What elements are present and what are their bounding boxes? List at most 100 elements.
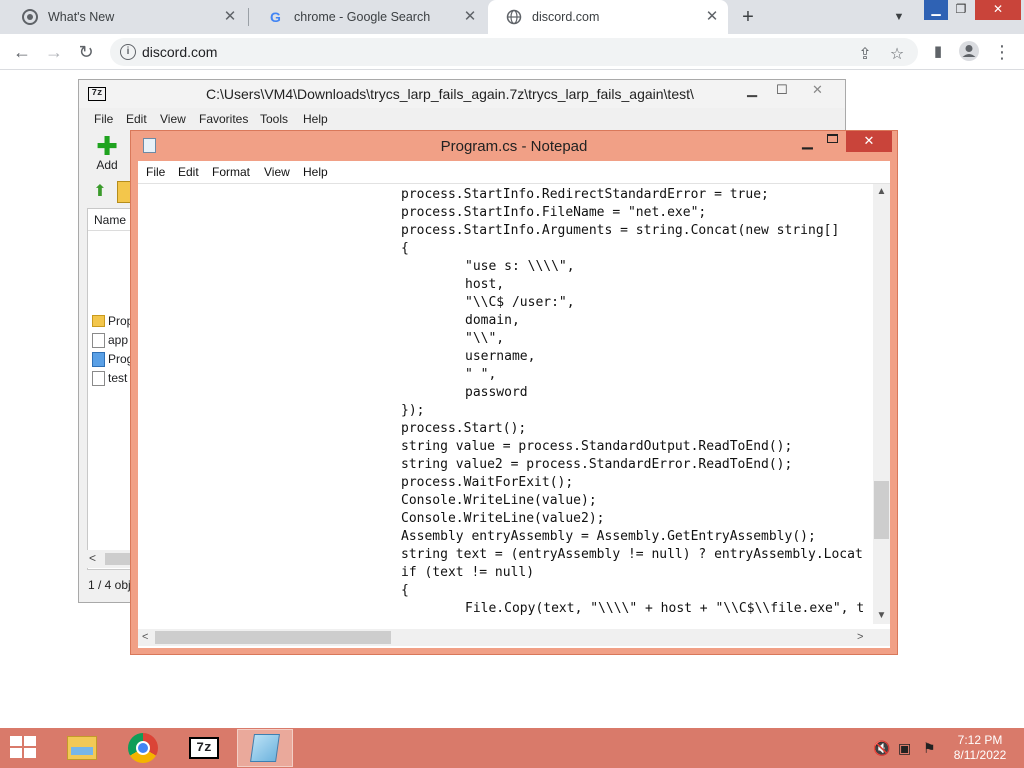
menu-help[interactable]: Help [303,165,328,179]
clock-date: 8/11/2022 [953,748,1007,762]
scrollbar-corner [873,629,890,646]
back-arrow-icon[interactable]: ← [10,40,34,64]
code-line: host, [465,277,505,292]
code-line: process.Start(); [401,421,527,436]
code-line: Console.WriteLine(value2); [401,511,605,526]
scroll-up-icon[interactable]: ▲ [873,186,890,197]
menu-help[interactable]: Help [303,112,328,126]
plus-icon: ✚ [96,131,118,161]
profile-icon[interactable] [957,40,981,64]
sevenzip-logo-icon: 7z [88,87,106,101]
menu-view[interactable]: View [264,165,290,179]
status-bar: 1 / 4 obj [88,578,131,592]
star-icon[interactable]: ☆ [886,44,908,66]
close-tab-icon[interactable]: ✕ [462,9,478,25]
code-line: process.StartInfo.Arguments = string.Con… [401,223,840,238]
menu-format[interactable]: Format [212,165,250,179]
code-line: " ", [465,367,497,382]
close-tab-icon[interactable]: ✕ [222,9,238,25]
taskbar-7zip[interactable]: 7z [176,729,232,767]
maximize-button[interactable] [827,134,838,143]
file-name: test [108,371,128,385]
chrome-icon [22,9,38,25]
close-window-button[interactable]: ✕ [975,0,1021,20]
7zip-icon: 7z [189,737,219,759]
code-line: "\\", [465,331,505,346]
tab-label: What's New [48,10,115,24]
chrome-tab-strip: What's New ✕ G chrome - Google Search ✕ … [0,0,1024,34]
scroll-thumb[interactable] [874,481,889,539]
close-button[interactable]: ✕ [846,131,892,152]
add-button[interactable]: ✚ Add [89,131,125,174]
clock-time: 7:12 PM [957,733,1003,747]
scroll-right-icon[interactable]: > [857,631,863,643]
menu-edit[interactable]: Edit [178,165,199,179]
menu-view[interactable]: View [160,112,186,126]
system-clock[interactable]: 7:12 PM 8/11/2022 [952,733,1008,763]
maximize-button[interactable]: ☐ [776,82,788,98]
action-center-flag-icon[interactable]: ⚑ [923,740,936,757]
horizontal-scrollbar[interactable]: < > [138,629,873,646]
vertical-scrollbar[interactable]: ▲ ▼ [873,184,890,624]
menu-file[interactable]: File [146,165,165,179]
file-explorer-icon [67,736,97,760]
taskbar-file-explorer[interactable] [54,729,110,767]
code-line: string value2 = process.StandardError.Re… [401,457,793,472]
notepad-icon [250,734,280,762]
file-name: app [108,333,129,347]
google-icon: G [268,9,284,25]
add-label: Add [96,158,118,172]
code-text[interactable]: process.StartInfo.RedirectStandardError … [138,184,873,624]
address-bar[interactable]: i discord.com ⇪ ☆ [110,38,918,66]
taskbar-chrome[interactable] [115,729,171,767]
code-line: process.WaitForExit(); [401,475,574,490]
taskbar-notepad[interactable] [237,729,293,767]
scroll-left-icon[interactable]: < [89,551,96,565]
volume-muted-icon[interactable]: 🔇 [873,740,890,757]
minimize-button[interactable]: ▁ [747,82,757,98]
scroll-thumb[interactable] [155,631,391,644]
text-editor[interactable]: process.StartInfo.RedirectStandardError … [138,183,890,648]
minimize-button[interactable]: ▁ [924,0,948,20]
side-panel-icon[interactable]: ▮ [926,40,950,64]
notepad-menubar: File Edit Format View Help [138,161,890,183]
menu-edit[interactable]: Edit [126,112,147,126]
scroll-down-icon[interactable]: ▼ [873,610,890,621]
forward-arrow-icon[interactable]: → [42,40,66,64]
code-line: File.Copy(text, "\\\\" + host + "\\C$\\f… [465,601,865,616]
tab-discord[interactable]: discord.com ✕ [488,0,728,34]
menu-file[interactable]: File [94,112,113,126]
menu-tools[interactable]: Tools [260,112,288,126]
file-icon [92,332,105,348]
chrome-icon [128,733,158,763]
close-tab-icon[interactable]: ✕ [704,9,720,25]
code-line: { [401,583,409,598]
folder-icon [92,315,105,327]
minimize-button[interactable]: ▁ [802,133,813,150]
code-line: if (text != null) [401,565,535,580]
share-icon[interactable]: ⇪ [854,44,876,66]
menu-favorites[interactable]: Favorites [199,112,248,126]
restore-button[interactable]: ❐ [949,0,973,20]
file-icon [92,370,105,386]
new-tab-button[interactable]: + [737,6,759,28]
address-url[interactable]: discord.com [142,44,217,60]
windows-start-icon[interactable] [10,736,38,760]
taskbar: 7z 🔇 ▣ ⚑ 7:12 PM 8/11/2022 [0,728,1024,768]
chevron-down-icon[interactable]: ▼ [889,7,909,27]
reload-icon[interactable]: ↻ [74,40,98,64]
kebab-menu-icon[interactable]: ⋮ [990,40,1014,64]
close-button[interactable]: ✕ [812,82,823,98]
column-header-name[interactable]: Name [88,209,136,231]
code-line: string value = process.StandardOutput.Re… [401,439,793,454]
scroll-left-icon[interactable]: < [142,631,148,643]
tab-google-search[interactable]: G chrome - Google Search ✕ [250,0,486,34]
info-icon[interactable]: i [120,44,136,60]
code-line: process.StartInfo.RedirectStandardError … [401,187,769,202]
tab-whats-new[interactable]: What's New ✕ [4,0,246,34]
network-icon[interactable]: ▣ [898,740,911,757]
sevenzip-menubar: File Edit View Favorites Tools Help [79,108,845,130]
folder-icon[interactable] [117,181,131,203]
up-folder-icon[interactable]: ⬆ [91,183,109,201]
code-line: Console.WriteLine(value); [401,493,597,508]
